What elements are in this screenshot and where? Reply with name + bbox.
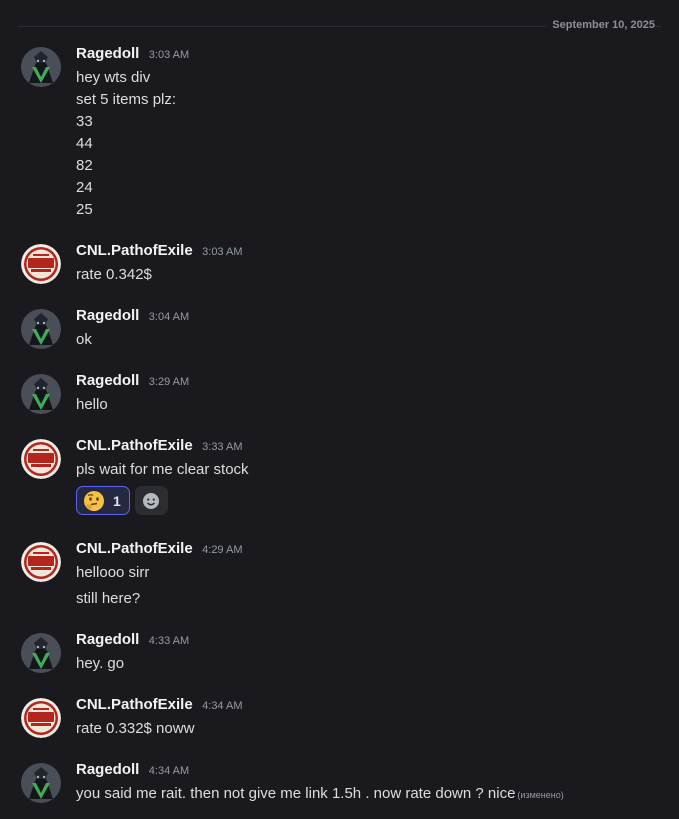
- timestamp: 3:33 AM: [202, 441, 243, 453]
- author-name[interactable]: CNL.PathofExile: [76, 242, 193, 259]
- message-text: set 5 items plz:: [76, 91, 177, 108]
- author-name[interactable]: Ragedoll: [76, 631, 139, 648]
- smiley-plus-icon: [143, 492, 160, 509]
- author-name[interactable]: Ragedoll: [76, 307, 139, 324]
- message-text: hello: [76, 396, 108, 413]
- timestamp: 4:29 AM: [202, 544, 243, 556]
- message-text: pls wait for me clear stock: [76, 461, 249, 478]
- message-text: 25: [76, 201, 93, 218]
- message-text: 44: [76, 135, 93, 152]
- timestamp: 3:03 AM: [148, 49, 190, 61]
- edited-label: (изменено): [517, 790, 564, 800]
- message-text: rate 0.332$ noww: [76, 720, 195, 737]
- timestamp: 4:34 AM: [202, 700, 243, 712]
- author-name[interactable]: CNL.PathofExile: [76, 696, 193, 713]
- message-text: hey. go: [76, 655, 125, 672]
- message-text: ok: [76, 331, 92, 348]
- reaction-thinking-face[interactable]: 1: [76, 486, 130, 515]
- message-text: rate 0.342$: [76, 266, 152, 283]
- timestamp: 3:03 AM: [202, 246, 243, 258]
- add-reaction-button[interactable]: [134, 486, 168, 515]
- message-text-body: you said me rait. then not give me link …: [76, 785, 516, 802]
- chat-channel: September 10, 2025 Ragedoll 3:03 AM hey …: [0, 0, 679, 819]
- author-name[interactable]: Ragedoll: [76, 372, 139, 389]
- timestamp: 3:29 AM: [148, 376, 190, 388]
- author-name[interactable]: CNL.PathofExile: [76, 540, 193, 557]
- user-avatar[interactable]: [21, 542, 61, 582]
- user-avatar[interactable]: [21, 633, 61, 673]
- message-text: 24: [76, 179, 93, 196]
- user-avatar[interactable]: [21, 698, 61, 738]
- author-name[interactable]: CNL.PathofExile: [76, 437, 193, 454]
- message-text: you said me rait. then not give me link …: [76, 783, 669, 806]
- reactions-bar: 1: [76, 486, 669, 515]
- message-text: hey wts div: [76, 69, 151, 86]
- timestamp: 4:34 AM: [148, 765, 190, 777]
- user-avatar[interactable]: [21, 47, 61, 87]
- message-text: 82: [76, 157, 93, 174]
- user-avatar[interactable]: [21, 309, 61, 349]
- user-avatar[interactable]: [21, 374, 61, 414]
- author-name[interactable]: Ragedoll: [76, 761, 139, 778]
- message-text: 33: [76, 113, 93, 130]
- timestamp: 4:33 AM: [148, 635, 190, 647]
- user-avatar[interactable]: [21, 763, 61, 803]
- reaction-count: 1: [113, 492, 121, 509]
- author-name[interactable]: Ragedoll: [76, 45, 139, 62]
- message-text: hellooo sirr: [76, 564, 150, 581]
- message-text: still here?: [76, 590, 141, 607]
- date-divider-label: September 10, 2025: [546, 19, 655, 31]
- thinking-face-emoji-icon: [84, 490, 104, 511]
- user-avatar[interactable]: [21, 244, 61, 284]
- timestamp: 3:04 AM: [148, 311, 190, 323]
- user-avatar[interactable]: [21, 439, 61, 479]
